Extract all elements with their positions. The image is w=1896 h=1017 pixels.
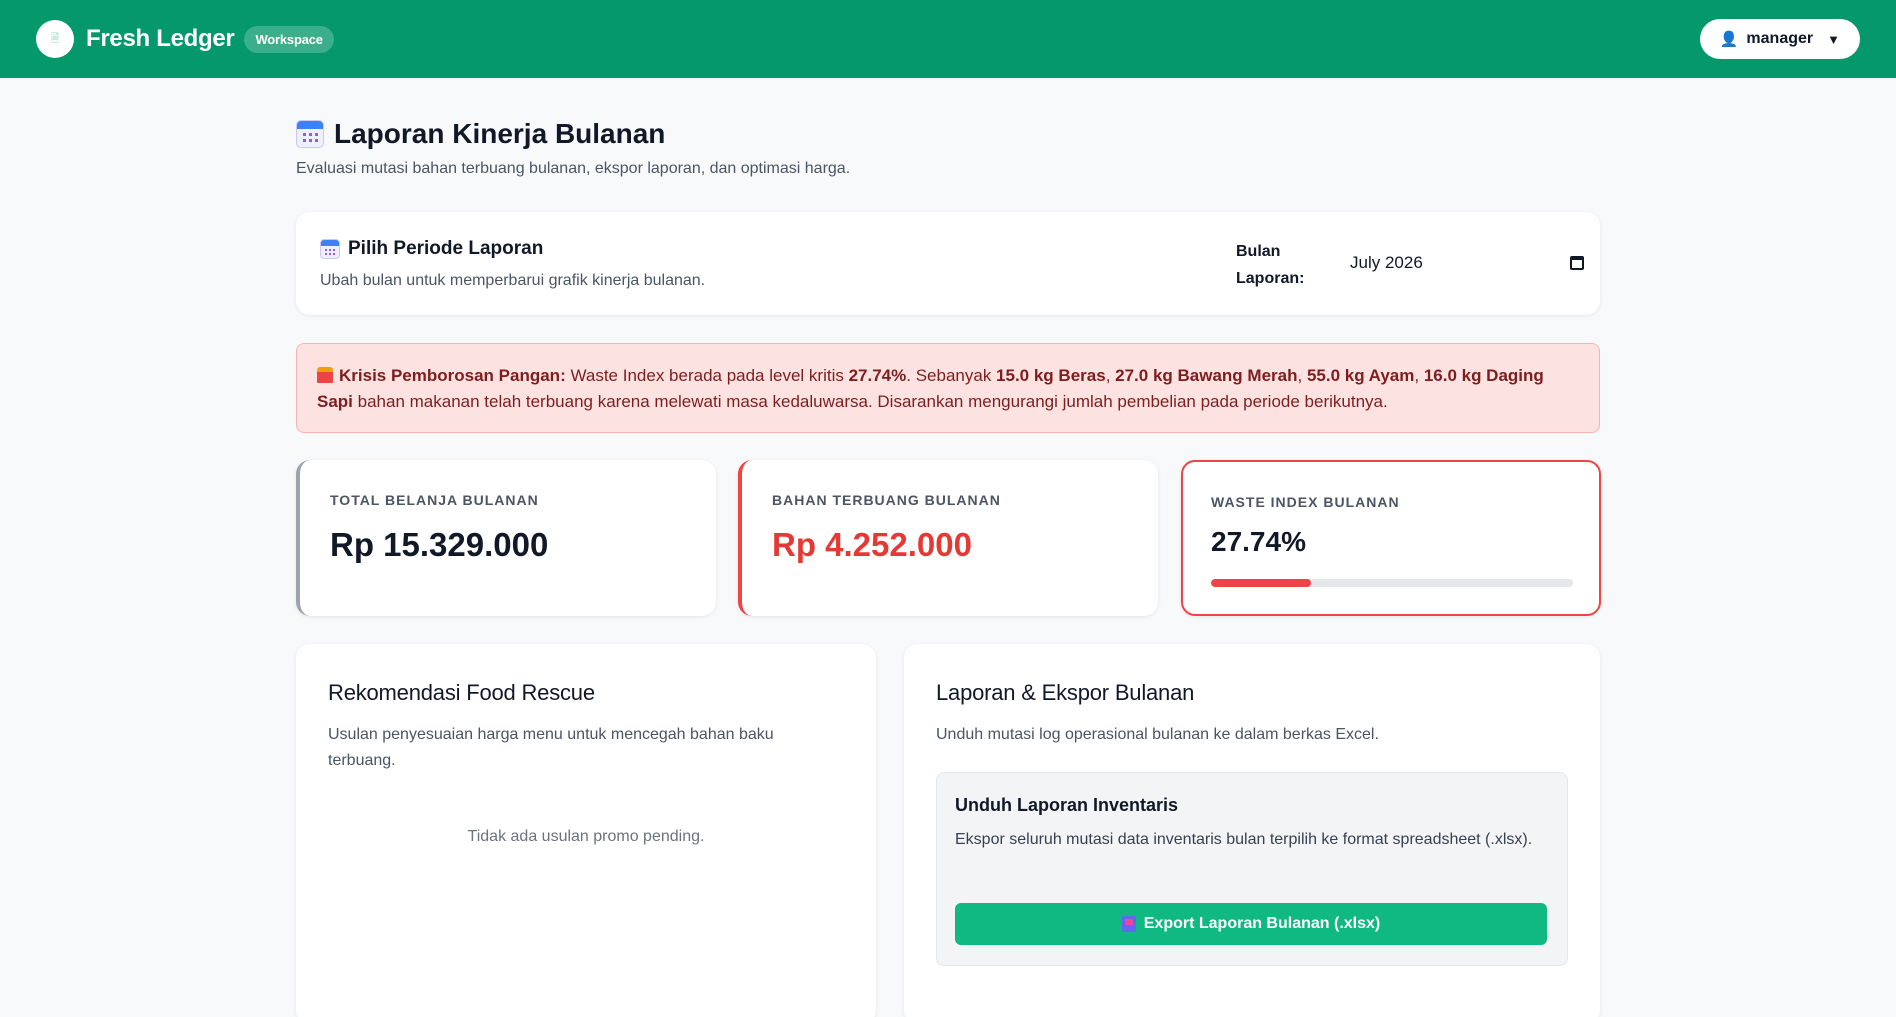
food-rescue-description: Usulan penyesuaian harga menu untuk menc… xyxy=(328,726,774,769)
stat-total-spend: TOTAL BELANJA BULANAN Rp 15.329.000 xyxy=(296,460,716,616)
export-title: Laporan & Ekspor Bulanan xyxy=(936,680,1195,705)
export-card: Laporan & Ekspor Bulanan Unduh mutasi lo… xyxy=(904,644,1600,1017)
brand-name: Fresh Ledger xyxy=(86,25,235,52)
alert-item: 55.0 kg Ayam xyxy=(1306,366,1415,385)
month-input-value: July 2026 xyxy=(1350,253,1423,272)
month-label: Bulan Laporan: xyxy=(1236,243,1305,287)
stat-waste-index: WASTE INDEX BULANAN 27.74% xyxy=(1181,460,1601,616)
stat-label: TOTAL BELANJA BULANAN xyxy=(330,492,539,508)
export-description: Unduh mutasi log operasional bulanan ke … xyxy=(936,726,1379,743)
inventory-report-description: Ekspor seluruh mutasi data inventaris bu… xyxy=(955,831,1533,848)
period-title-text: Pilih Periode Laporan xyxy=(348,238,544,259)
stat-label: WASTE INDEX BULANAN xyxy=(1211,494,1400,510)
page-title-text: Laporan Kinerja Bulanan xyxy=(334,118,666,149)
food-rescue-card: Rekomendasi Food Rescue Usulan penyesuai… xyxy=(296,644,876,1017)
alert-sep: , xyxy=(1414,366,1424,385)
alert-heading: Krisis Pemborosan Pangan: xyxy=(339,366,566,385)
alert-sep: , xyxy=(1297,366,1307,385)
stat-value: Rp 4.252.000 xyxy=(772,526,972,563)
alert-text: bahan makanan telah terbuang karena mele… xyxy=(352,392,1388,411)
inventory-report-box: Unduh Laporan Inventaris Ekspor seluruh … xyxy=(936,772,1568,966)
download-icon xyxy=(1121,916,1136,932)
siren-icon xyxy=(317,367,333,383)
waste-alert: Krisis Pemborosan Pangan: Waste Index be… xyxy=(296,343,1600,433)
period-description: Ubah bulan untuk memperbarui grafik kine… xyxy=(320,272,706,289)
waste-index-progress-fill xyxy=(1211,579,1312,587)
alert-text: . Sebanyak xyxy=(906,366,997,385)
brand-logo-icon: 🗎 xyxy=(36,20,74,58)
export-xlsx-button[interactable]: Export Laporan Bulanan (.xlsx) xyxy=(955,903,1547,945)
page-title: Laporan Kinerja Bulanan xyxy=(296,118,665,150)
user-icon: 👤 xyxy=(1719,31,1739,48)
workspace-badge: Workspace xyxy=(244,25,334,53)
page-subtitle: Evaluasi mutasi bahan terbuang bulanan, … xyxy=(296,160,851,177)
period-title: Pilih Periode Laporan xyxy=(320,238,543,260)
month-input[interactable]: July 2026 xyxy=(1350,248,1584,278)
stat-value: 27.74% xyxy=(1211,526,1306,557)
calendar-picker-icon[interactable] xyxy=(1570,256,1584,270)
inventory-report-title: Unduh Laporan Inventaris xyxy=(955,795,1179,815)
stat-value: Rp 15.329.000 xyxy=(330,526,549,563)
stat-waste-cost: BAHAN TERBUANG BULANAN Rp 4.252.000 xyxy=(738,460,1158,616)
alert-index: 27.74% xyxy=(848,366,907,385)
export-button-label: Export Laporan Bulanan (.xlsx) xyxy=(1143,915,1381,932)
alert-item: 15.0 kg Beras xyxy=(996,366,1106,385)
user-menu-button[interactable]: 👤 manager ▼ xyxy=(1699,19,1860,59)
alert-item: 27.0 kg Bawang Merah xyxy=(1115,366,1298,385)
user-label: manager xyxy=(1746,30,1814,47)
waste-index-progress-bar xyxy=(1211,579,1573,587)
calendar-icon xyxy=(296,120,324,148)
alert-sep: , xyxy=(1105,366,1116,385)
caret-down-icon: ▼ xyxy=(1827,31,1840,47)
brand[interactable]: 🗎 Fresh Ledger Workspace xyxy=(36,20,334,58)
stat-label: BAHAN TERBUANG BULANAN xyxy=(772,492,1001,508)
food-rescue-title: Rekomendasi Food Rescue xyxy=(328,680,595,705)
alert-text: Waste Index berada pada level kritis xyxy=(565,366,849,385)
period-selector-card: Pilih Periode Laporan Ubah bulan untuk m… xyxy=(296,212,1600,315)
empty-state-text: Tidak ada usulan promo pending. xyxy=(467,828,705,845)
calendar-icon xyxy=(320,239,340,259)
top-navbar: 🗎 Fresh Ledger Workspace 👤 manager ▼ xyxy=(0,0,1896,78)
